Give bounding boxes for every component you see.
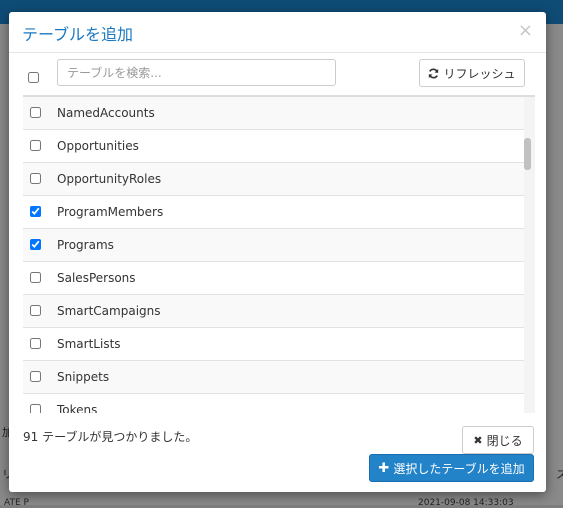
table-name: SmartLists [57,337,121,351]
list-item[interactable]: Snippets [23,361,524,394]
list-item[interactable]: ProgramMembers [23,196,524,229]
table-name: OpportunityRoles [57,172,162,186]
refresh-button[interactable]: リフレッシュ [419,59,525,87]
table-name: NamedAccounts [57,106,155,120]
list-item[interactable]: Tokens [23,394,524,413]
table-name: ProgramMembers [57,205,164,219]
table-name: Opportunities [57,139,139,153]
table-checkbox[interactable] [30,338,41,349]
dialog-header: テーブルを追加 × [9,12,546,53]
table-checkbox[interactable] [30,206,41,217]
table-count-text: 91 テーブルが見つかりました。 [23,430,198,444]
table-name: SalesPersons [57,271,136,285]
list-item[interactable]: SmartLists [23,328,524,361]
refresh-icon [429,68,439,78]
close-icon[interactable]: × [518,20,533,41]
table-search-input[interactable] [57,59,336,86]
background-text: ATE P [4,498,29,508]
close-x-icon: ✖ [473,433,483,447]
dialog-title: テーブルを追加 [22,25,134,44]
table-checkbox[interactable] [30,173,41,184]
close-button[interactable]: ✖ 閉じる [462,426,534,454]
list-item[interactable]: Opportunities [23,130,524,163]
list-item[interactable]: SmartCampaigns [23,295,524,328]
table-checkbox[interactable] [30,107,41,118]
table-name: Programs [57,238,114,252]
list-item[interactable]: Programs [23,229,524,262]
table-name: Tokens [57,403,98,413]
list-item[interactable]: SalesPersons [23,262,524,295]
table-checkbox[interactable] [30,305,41,316]
table-checkbox[interactable] [30,239,41,250]
add-label: 選択したテーブルを追加 [393,461,525,476]
scrollbar-thumb[interactable] [524,138,531,170]
table-checkbox[interactable] [30,371,41,382]
close-label: 閉じる [486,433,523,448]
background-text: 2021-09-08 14:33:03 [418,498,514,508]
plus-icon: ✚ [378,460,390,476]
background-text: ス [556,468,563,481]
table-list[interactable]: NamedAccounts Opportunities OpportunityR… [23,95,535,413]
list-item[interactable]: OpportunityRoles [23,163,524,196]
table-checkbox[interactable] [30,272,41,283]
table-checkbox[interactable] [30,140,41,151]
add-selected-tables-button[interactable]: ✚ 選択したテーブルを追加 [369,454,534,482]
add-table-dialog: テーブルを追加 × リフレッシュ NamedAccounts Opportuni… [9,12,546,492]
refresh-label: リフレッシュ [443,66,516,81]
table-name: SmartCampaigns [57,304,161,318]
table-name: Snippets [57,370,110,384]
select-all-checkbox[interactable] [28,72,39,83]
list-item[interactable]: NamedAccounts [23,97,524,130]
table-checkbox[interactable] [30,404,41,413]
